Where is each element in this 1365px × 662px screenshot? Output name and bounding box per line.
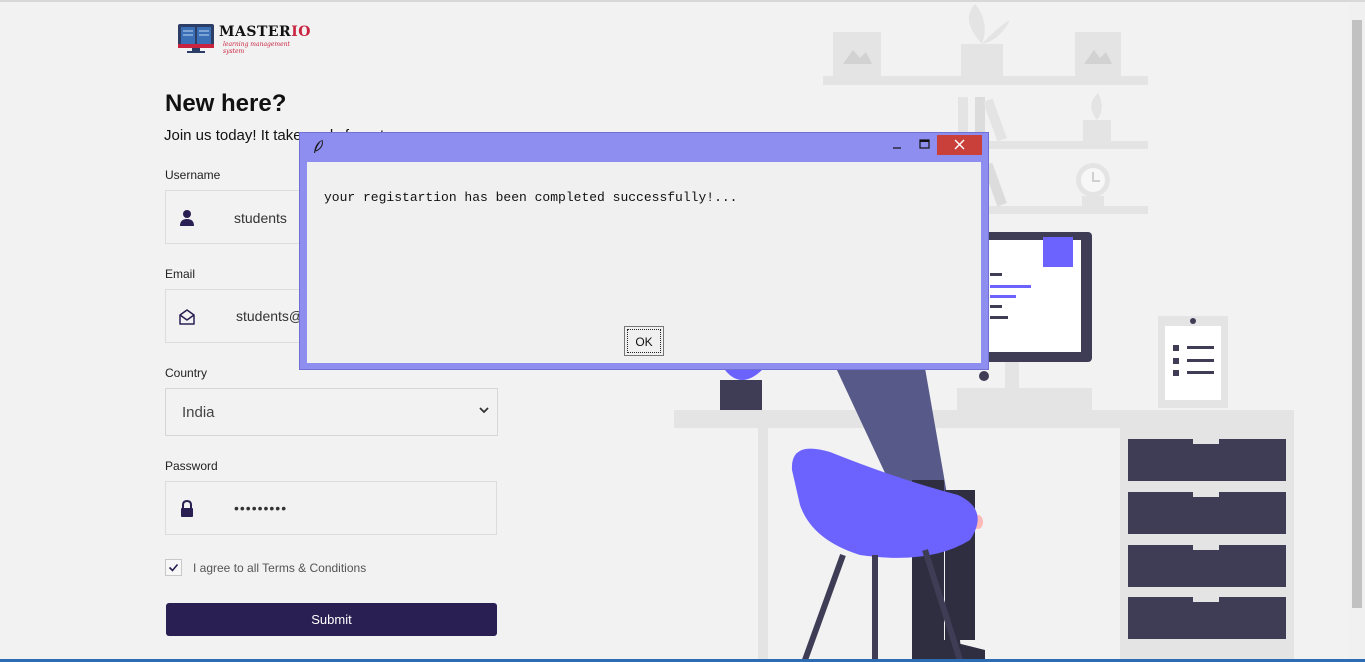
success-dialog: your registartion has been completed suc… [299,132,989,370]
terms-label: I agree to all Terms & Conditions [193,561,367,575]
chevron-down-icon [479,407,489,414]
password-value: ••••••••• [234,500,288,516]
minimize-icon[interactable] [888,135,908,155]
country-label: Country [165,366,208,380]
terms-checkbox[interactable] [165,559,182,576]
envelope-icon [179,309,195,325]
user-icon [180,210,194,226]
feather-icon [314,139,323,153]
close-icon[interactable] [937,135,982,155]
maximize-icon[interactable] [914,135,934,155]
ok-label: OK [635,335,653,349]
dialog-message: your registartion has been completed suc… [324,190,738,205]
password-label: Password [165,459,218,473]
check-icon [168,563,179,572]
brand-tagline: learning management system [223,41,290,55]
country-value: India [182,404,215,421]
dialog-body: your registartion has been completed suc… [307,162,981,363]
brand-logo[interactable]: MASTERIO learning management system [176,20,310,60]
ok-button[interactable]: OK [624,326,664,356]
username-value: students [234,210,287,226]
lock-icon [181,500,193,517]
page-title: New here? [165,90,287,117]
country-select[interactable]: India [165,388,498,436]
book-logo-icon [178,24,214,53]
scrollbar-thumb[interactable] [1352,20,1362,608]
brand-name: MASTERIO [219,24,311,40]
dialog-titlebar[interactable] [300,133,988,161]
username-label: Username [165,168,221,182]
password-field[interactable]: ••••••••• [165,481,497,535]
submit-button[interactable]: Submit [166,603,497,636]
email-label: Email [165,267,196,281]
